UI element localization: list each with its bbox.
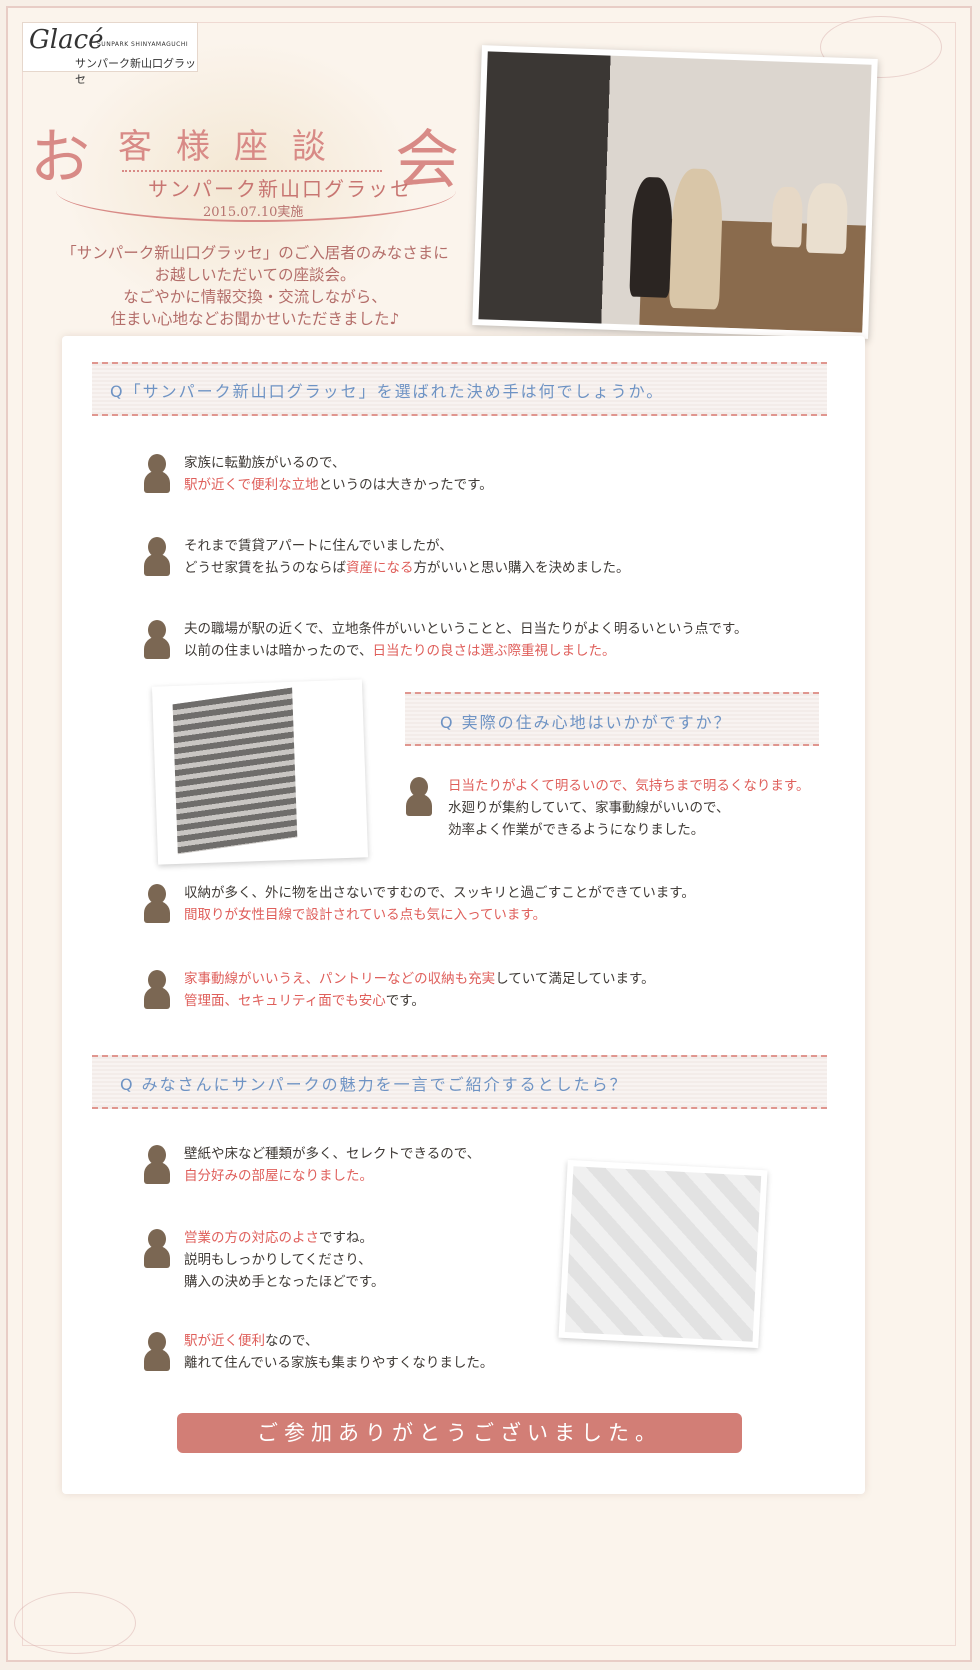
- question-3: Q みなさんにサンパークの魅力を一言でご紹介するとしたら？: [120, 1075, 628, 1094]
- title-date: 2015.07.10実施: [203, 205, 304, 220]
- floral-ornament-bottom-left: [14, 1592, 136, 1654]
- page-title: お 客様座談 会 サンパーク新山口グラッセ 2015.07.10実施: [30, 105, 470, 235]
- logo-brand: Glacé: [29, 25, 104, 55]
- intro-text: 「サンパーク新山口グラッセ」のご入居者のみなさまに お越しいただいての座談会。 なご…: [61, 244, 449, 328]
- person-silhouette-icon: [142, 452, 170, 494]
- answer-3-2: 営業の方の対応のよさですね。 説明もしっかりしてくださり、 購入の決め手となった…: [184, 1230, 385, 1290]
- person-silhouette-icon: [404, 775, 432, 817]
- brand-logo[interactable]: Glacé SUNPARK SHINYAMAGUCHI サンパーク新山口グラッセ: [22, 22, 198, 86]
- title-first-char: お: [30, 123, 90, 193]
- logo-jp: サンパーク新山口グラッセ: [75, 57, 196, 86]
- answer-3-1: 壁紙や床など種類が多く、セレクトできるので、 自分好みの部屋になりました。: [184, 1146, 481, 1184]
- answer-3-3: 駅が近く便利なので、 離れて住んでいる家族も集まりやすくなりました。: [184, 1333, 494, 1371]
- title-subtitle: サンパーク新山口グラッセ: [148, 177, 412, 201]
- meeting-photo: [472, 45, 878, 339]
- person-silhouette-icon: [142, 968, 170, 1010]
- person-silhouette-icon: [142, 882, 170, 924]
- answer-1-1: 家族に転勤族がいるので、 駅が近くで便利な立地というのは大きかったです。: [184, 455, 493, 493]
- person-silhouette-icon: [142, 535, 170, 577]
- answer-2-1: 日当たりがよくて明るいので、気持ちまで明るくなります。 水廻りが集約していて、家…: [448, 778, 810, 838]
- logo-sub: SUNPARK SHINYAMAGUCHI: [97, 41, 189, 48]
- catalog-photo: [558, 1159, 768, 1349]
- answer-2-2: 収納が多く、外に物を出さないですむので、スッキリと過ごすことができています。 間…: [184, 885, 695, 923]
- answer-1-3: 夫の職場が駅の近くで、立地条件がいいということと、日当たりがよく明るいという点で…: [184, 621, 748, 659]
- answer-1-2: それまで賃貸アパートに住んでいましたが、 どうせ家賃を払うのならば資産になる方が…: [184, 538, 630, 576]
- answer-2-3: 家事動線がいいうえ、パントリーなどの収納も充実していて満足しています。 管理面、…: [184, 971, 655, 1009]
- title-middle: 客様座談: [118, 127, 350, 167]
- thank-you-banner: ご参加ありがとうございました。: [177, 1413, 742, 1453]
- building-photo: [151, 679, 369, 865]
- person-silhouette-icon: [142, 618, 170, 660]
- question-2: Q 実際の住み心地はいかがですか？: [440, 713, 732, 732]
- person-silhouette-icon: [142, 1227, 170, 1269]
- question-1: Q「サンパーク新山口グラッセ」を選ばれた決め手は何でしょうか。: [110, 382, 665, 401]
- person-silhouette-icon: [142, 1330, 170, 1372]
- person-silhouette-icon: [142, 1143, 170, 1185]
